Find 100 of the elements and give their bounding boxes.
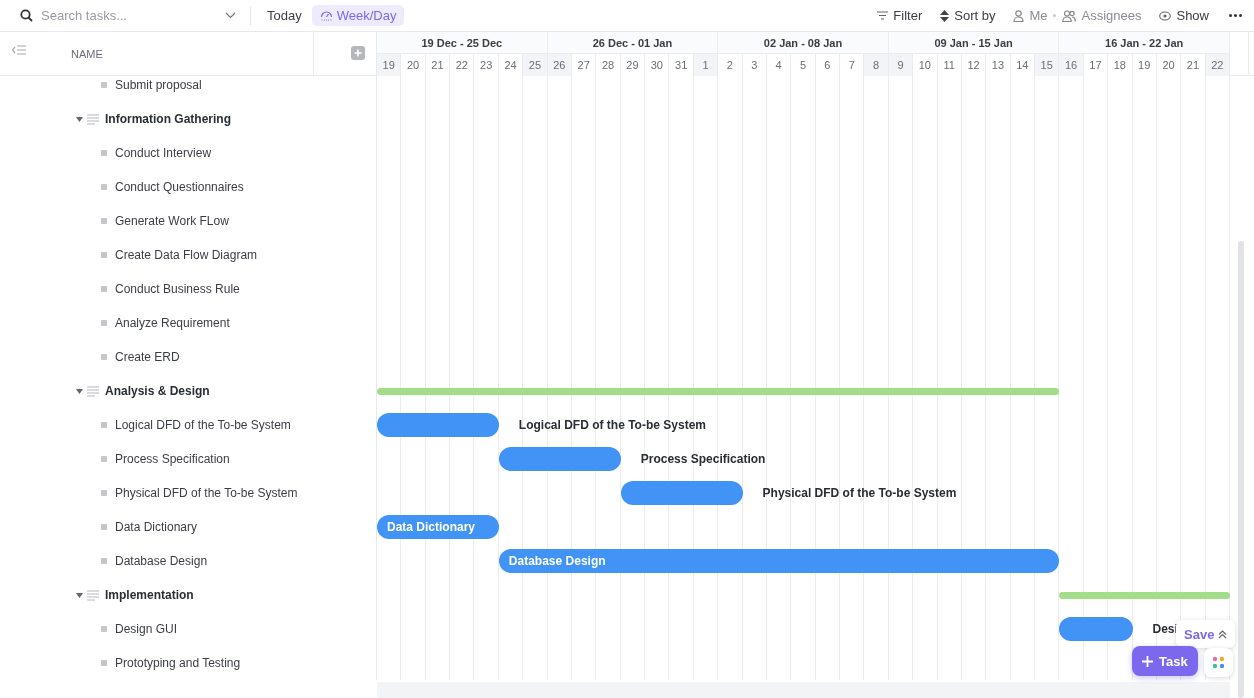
task-name[interactable]: Create Data Flow Diagram — [115, 248, 258, 262]
task-name[interactable]: Analyze Requirement — [115, 316, 230, 330]
filter-icon — [877, 11, 889, 20]
summary-bar[interactable] — [377, 388, 1060, 395]
day-label: 31 — [669, 54, 694, 76]
toolbar-button[interactable]: Assignees — [1062, 8, 1142, 23]
collapse-icon[interactable] — [12, 44, 26, 55]
status-square-icon[interactable] — [101, 218, 107, 224]
caret-icon[interactable] — [76, 592, 83, 598]
apps-grid-icon — [1212, 656, 1225, 669]
day-label: 19 — [377, 54, 402, 76]
bar-label: Logical DFD of the To-be System — [518, 418, 706, 432]
task-name[interactable]: Data Dictionary — [115, 520, 198, 534]
status-square-icon[interactable] — [101, 320, 107, 326]
list-icon — [87, 113, 99, 125]
bar-label: Process Specification — [640, 452, 766, 466]
status-square-icon[interactable] — [101, 82, 107, 88]
task-bar[interactable] — [620, 481, 743, 505]
day-label: 23 — [474, 54, 499, 76]
toolbar-button[interactable]: Me — [1013, 8, 1048, 23]
toolbar-button[interactable]: Filter — [877, 8, 923, 23]
search-icon — [20, 9, 33, 22]
apps-button[interactable] — [1204, 648, 1233, 677]
add-task-button[interactable]: Task — [1132, 646, 1198, 676]
day-label: 19 — [1132, 54, 1157, 76]
status-square-icon[interactable] — [101, 150, 107, 156]
person-icon — [1013, 9, 1025, 22]
list-icon — [87, 589, 99, 601]
task-bar[interactable] — [498, 447, 621, 471]
status-square-icon[interactable] — [101, 626, 107, 632]
week-label: 09 Jan - 15 Jan — [888, 32, 1060, 54]
task-name[interactable]: Conduct Questionnaires — [115, 180, 244, 194]
task-name[interactable]: Conduct Business Rule — [115, 282, 240, 296]
day-label: 29 — [620, 54, 646, 76]
task-name[interactable]: Create ERD — [115, 350, 180, 364]
day-label: 17 — [1083, 54, 1109, 76]
chevron-down-icon[interactable] — [225, 12, 236, 19]
day-label: 11 — [937, 54, 962, 76]
status-square-icon[interactable] — [101, 490, 107, 496]
double-chevron-up-icon — [1218, 629, 1228, 639]
day-label: 16 — [1059, 54, 1084, 76]
group-name[interactable]: Implementation — [105, 588, 194, 602]
day-label: 25 — [523, 54, 548, 76]
group-name[interactable]: Analysis & Design — [105, 384, 210, 398]
day-label: 27 — [571, 54, 597, 76]
task-bar[interactable] — [1059, 617, 1133, 641]
caret-icon[interactable] — [76, 116, 83, 122]
status-square-icon[interactable] — [101, 422, 107, 428]
day-label: 13 — [986, 54, 1011, 76]
day-label: 4 — [766, 54, 792, 76]
day-label: 2 — [718, 54, 743, 76]
task-name[interactable]: Design GUI — [115, 622, 178, 636]
status-square-icon[interactable] — [101, 354, 107, 360]
search-field[interactable]: Search tasks... — [39, 7, 213, 24]
status-square-icon[interactable] — [101, 252, 107, 258]
task-name[interactable]: Submit proposal — [115, 78, 202, 92]
day-label: 22 — [450, 54, 475, 76]
sort-icon — [940, 9, 950, 22]
status-square-icon[interactable] — [101, 660, 107, 666]
task-name[interactable]: Generate Work FLow — [115, 214, 229, 228]
today-button[interactable]: Today — [267, 8, 302, 23]
status-square-icon[interactable] — [101, 286, 107, 292]
task-name[interactable]: Physical DFD of the To-be System — [115, 486, 298, 500]
week-label: 16 Jan - 22 Jan — [1059, 32, 1230, 54]
day-label: 6 — [815, 54, 841, 76]
scrollbar[interactable] — [1238, 241, 1244, 698]
summary-bar[interactable] — [1059, 592, 1230, 599]
save-button[interactable]: Save — [1176, 620, 1236, 648]
day-label: 20 — [1156, 54, 1182, 76]
status-square-icon[interactable] — [101, 558, 107, 564]
day-label: 30 — [645, 54, 670, 76]
view-tab[interactable]: Week/Day — [311, 5, 405, 26]
day-label: 15 — [1035, 54, 1060, 76]
group-name[interactable]: Information Gathering — [105, 112, 231, 126]
task-name[interactable]: Prototyping and Testing — [115, 656, 241, 670]
day-label: 14 — [1010, 54, 1035, 76]
task-name[interactable]: Database Design — [115, 554, 208, 568]
task-bar[interactable] — [377, 413, 499, 437]
task-name[interactable]: Logical DFD of the To-be System — [115, 418, 291, 432]
day-label: 24 — [498, 54, 524, 76]
toolbar-button[interactable]: Sort by — [940, 8, 996, 23]
day-label: 26 — [547, 54, 572, 76]
day-label: 21 — [425, 54, 451, 76]
day-label: 18 — [1108, 54, 1133, 76]
day-label: 1 — [693, 54, 719, 76]
plus-icon — [1142, 655, 1153, 667]
status-square-icon[interactable] — [101, 456, 107, 462]
day-label: 7 — [840, 54, 865, 76]
toolbar-button[interactable]: Show — [1159, 8, 1209, 23]
task-name[interactable]: Conduct Interview — [115, 146, 212, 160]
more-icon[interactable] — [1229, 14, 1242, 17]
caret-icon[interactable] — [76, 388, 83, 394]
task-name[interactable]: Process Specification — [115, 452, 230, 466]
status-square-icon[interactable] — [101, 524, 107, 530]
column-header: NAME — [71, 47, 103, 60]
week-label: 02 Jan - 08 Jan — [718, 32, 889, 54]
day-label: 21 — [1181, 54, 1206, 76]
eye-icon — [1159, 10, 1172, 21]
status-square-icon[interactable] — [101, 184, 107, 190]
add-icon[interactable] — [351, 46, 365, 60]
